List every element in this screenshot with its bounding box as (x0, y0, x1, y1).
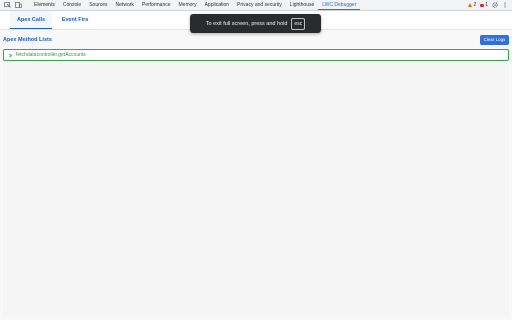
tab-lighthouse[interactable]: Lighthouse (286, 0, 318, 10)
method-name: fetchdatacontroller.getAccounts (16, 52, 86, 58)
error-icon (480, 3, 485, 7)
devtools-status-area: 2 1 (468, 0, 508, 10)
more-options-icon[interactable] (502, 2, 508, 8)
tab-application[interactable]: Application (201, 0, 233, 10)
settings-icon[interactable] (492, 2, 498, 8)
warnings-badge[interactable]: 2 (468, 2, 476, 8)
tab-memory[interactable]: Memory (175, 0, 201, 10)
warning-icon (468, 3, 473, 7)
tab-privacy-and-security[interactable]: Privacy and security (233, 0, 286, 10)
chevron-right-icon (8, 53, 13, 58)
tab-event-firs[interactable]: Event Firs (56, 11, 94, 28)
tab-performance[interactable]: Performance (138, 0, 175, 10)
tab-apex-calls[interactable]: Apex Calls (10, 11, 52, 29)
tab-network[interactable]: Network (112, 0, 138, 10)
tab-console[interactable]: Console (59, 0, 85, 10)
fullscreen-exit-toast: To exit full screen, press and hold esc (190, 14, 321, 33)
tab-elements[interactable]: Elements (30, 0, 59, 10)
tab-lwc-debugger[interactable]: LWC Debugger (318, 0, 361, 10)
tab-sources[interactable]: Sources (85, 0, 111, 10)
esc-key-label: esc (291, 17, 306, 30)
devtools-toolbar: Elements Console Sources Network Perform… (0, 0, 512, 11)
warnings-count: 2 (473, 2, 477, 8)
clear-logs-button[interactable]: Clear Logs (480, 35, 509, 45)
errors-count: 1 (485, 2, 488, 8)
log-content-area (3, 62, 509, 318)
errors-badge[interactable]: 1 (480, 2, 488, 8)
section-title: Apex Method Lists (3, 37, 52, 43)
device-toggle-icon[interactable] (15, 2, 22, 8)
list-item[interactable]: fetchdatacontroller.getAccounts (3, 49, 509, 61)
inspect-icon[interactable] (4, 2, 11, 8)
lwc-debugger-panel: Apex Calls Event Firs Apex Method Lists … (0, 11, 512, 320)
devtools-tab-list: Elements Console Sources Network Perform… (30, 0, 361, 10)
toast-message: To exit full screen, press and hold (205, 20, 288, 27)
